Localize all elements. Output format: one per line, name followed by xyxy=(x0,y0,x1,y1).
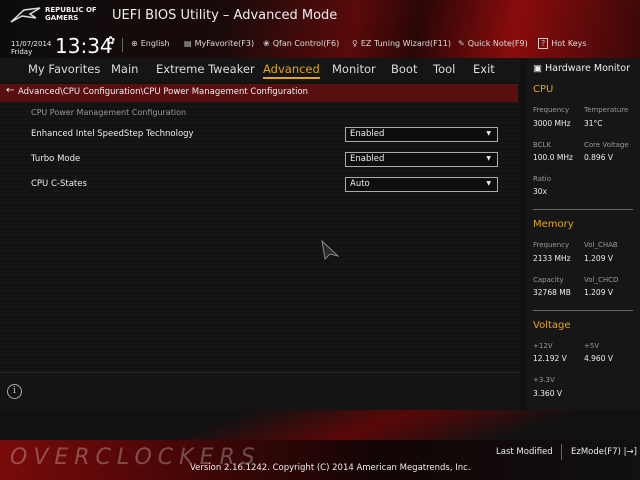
speedstep-dropdown[interactable]: Enabled ▼ xyxy=(345,127,498,142)
memory-section-title: Memory xyxy=(533,219,574,230)
hot-keys-button[interactable]: ? Hot Keys xyxy=(538,38,587,49)
info-icon[interactable]: i xyxy=(7,384,22,399)
bclk-label: BCLK xyxy=(533,141,552,149)
v33-label: +3.3V xyxy=(533,376,555,384)
ratio-value: 30x xyxy=(533,187,547,196)
hw-title-label: Hardware Monitor xyxy=(545,63,630,74)
cpu-section-title: CPU xyxy=(533,84,554,95)
monitor-icon: ▣ xyxy=(533,63,545,74)
date-display: 11/07/2014 Friday xyxy=(11,40,51,56)
ez-tuning-label: EZ Tuning Wizard(F11) xyxy=(360,39,451,48)
v12-label: +12V xyxy=(533,342,553,350)
cpu-temperature-value: 31°C xyxy=(584,119,603,128)
chevron-down-icon: ▼ xyxy=(486,180,491,187)
tab-main[interactable]: Main xyxy=(111,62,138,76)
qfan-button[interactable]: ❀ Qfan Control(F6) xyxy=(263,39,339,48)
dropdown-value: Enabled xyxy=(350,129,385,139)
back-arrow-icon[interactable]: ← xyxy=(6,85,14,96)
app-title: UEFI BIOS Utility – Advanced Mode xyxy=(112,8,338,23)
vol-chcd-value: 1.209 V xyxy=(584,288,613,297)
qfan-label: Qfan Control(F6) xyxy=(272,39,340,48)
ezmode-button[interactable]: EzMode(F7) |→] xyxy=(571,447,637,457)
turbo-mode-dropdown[interactable]: Enabled ▼ xyxy=(345,152,498,167)
hot-keys-label: Hot Keys xyxy=(551,39,587,48)
date: 11/07/2014 xyxy=(11,40,52,48)
capacity-label: Capacity xyxy=(533,276,564,284)
hardware-monitor-title: ▣ Hardware Monitor xyxy=(533,63,630,74)
dropdown-value: Enabled xyxy=(350,154,385,164)
mouse-cursor-icon xyxy=(321,240,339,260)
fan-icon: ❀ xyxy=(263,39,270,48)
tab-exit[interactable]: Exit xyxy=(473,62,495,76)
rog-logo-icon xyxy=(10,7,41,23)
v5-label: +5V xyxy=(584,342,600,350)
clock: 13:34 xyxy=(55,34,113,58)
chevron-down-icon: ▼ xyxy=(486,130,491,137)
settings-panel xyxy=(0,102,520,372)
quick-note-button[interactable]: ✎ Quick Note(F9) xyxy=(458,39,528,48)
ez-tuning-button[interactable]: ♀ EZ Tuning Wizard(F11) xyxy=(352,39,451,48)
brand-text: REPUBLIC OF GAMERS xyxy=(45,6,97,22)
v33-value: 3.360 V xyxy=(533,389,562,398)
ezmode-label: EzMode(F7) xyxy=(571,447,621,457)
day: Friday xyxy=(11,48,33,56)
breadcrumb-path: Advanced\CPU Configuration\CPU Power Man… xyxy=(18,87,309,97)
mem-frequency-value: 2133 MHz xyxy=(533,254,571,263)
tab-advanced[interactable]: Advanced xyxy=(263,62,320,79)
myfavorite-label: MyFavorite(F3) xyxy=(194,39,255,48)
gear-icon[interactable]: ✿ xyxy=(106,34,115,47)
v12-value: 12.192 V xyxy=(533,354,567,363)
chevron-down-icon: ▼ xyxy=(486,155,491,162)
divider xyxy=(533,209,633,210)
ratio-label: Ratio xyxy=(533,175,551,183)
language-label: English xyxy=(140,39,170,48)
voltage-section-title: Voltage xyxy=(533,320,571,331)
tab-tool[interactable]: Tool xyxy=(433,62,455,76)
lightbulb-icon: ♀ xyxy=(352,39,358,48)
setting-label-turbo-mode: Turbo Mode xyxy=(31,154,81,164)
version-text: Version 2.16.1242. Copyright (C) 2014 Am… xyxy=(190,463,471,473)
help-icon: ? xyxy=(538,38,549,49)
divider xyxy=(561,444,562,460)
bclk-value: 100.0 MHz xyxy=(533,153,573,162)
cpu-temperature-label: Temperature xyxy=(584,106,629,114)
note-icon: ✎ xyxy=(458,39,465,48)
vol-chab-value: 1.209 V xyxy=(584,254,613,263)
myfavorite-button[interactable]: ▤ MyFavorite(F3) xyxy=(184,39,254,48)
section-title: CPU Power Management Configuration xyxy=(31,108,187,117)
setting-label-c-states: CPU C-States xyxy=(31,179,87,189)
info-bar xyxy=(0,372,520,410)
setting-label-speedstep: Enhanced Intel SpeedStep Technology xyxy=(31,129,194,139)
globe-icon: ⊕ xyxy=(131,39,138,48)
tab-my-favorites[interactable]: My Favorites xyxy=(28,62,100,76)
cpu-frequency-value: 3000 MHz xyxy=(533,119,571,128)
quick-note-label: Quick Note(F9) xyxy=(467,39,528,48)
core-voltage-label: Core Voltage xyxy=(584,141,629,149)
v5-value: 4.960 V xyxy=(584,354,613,363)
divider xyxy=(122,38,123,52)
vol-chcd-label: Vol_CHCD xyxy=(584,276,619,284)
tab-boot[interactable]: Boot xyxy=(391,62,417,76)
favorite-icon: ▤ xyxy=(184,39,192,48)
capacity-value: 32768 MB xyxy=(533,288,571,297)
cpu-frequency-label: Frequency xyxy=(533,106,570,114)
tab-monitor[interactable]: Monitor xyxy=(332,62,376,76)
last-modified-button[interactable]: Last Modified xyxy=(496,447,553,457)
language-button[interactable]: ⊕ English xyxy=(131,39,170,48)
core-voltage-value: 0.896 V xyxy=(584,153,613,162)
c-states-dropdown[interactable]: Auto ▼ xyxy=(345,177,498,192)
exit-arrow-icon: |→] xyxy=(620,447,637,457)
tab-extreme-tweaker[interactable]: Extreme Tweaker xyxy=(156,62,255,76)
dropdown-value: Auto xyxy=(350,179,370,189)
divider xyxy=(533,310,633,311)
mem-frequency-label: Frequency xyxy=(533,241,570,249)
vol-chab-label: Vol_CHAB xyxy=(584,241,618,249)
